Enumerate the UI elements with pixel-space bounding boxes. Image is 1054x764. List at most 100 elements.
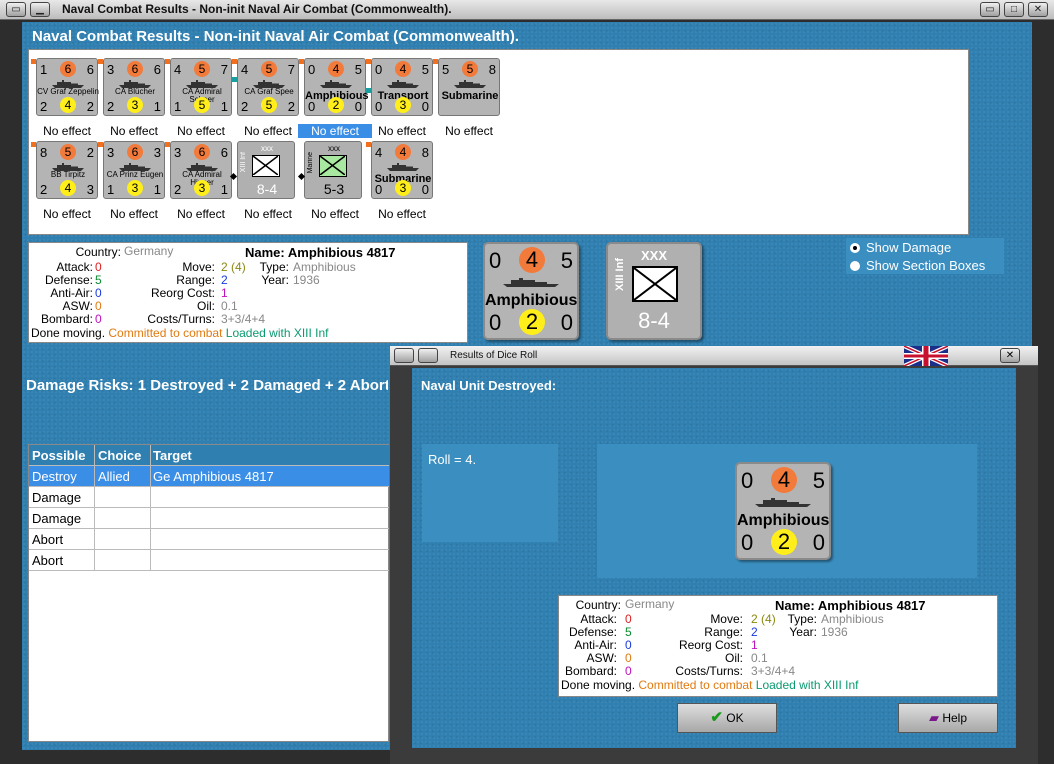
unit-counter-cv-graf-zeppelin[interactable]: 1 6 6 CV Graf Zeppelin 2 4 2 No effect <box>36 58 99 138</box>
dialog-restore-icon[interactable] <box>394 348 414 363</box>
dialog-body: Naval Unit Destroyed: Roll = 4. 0 4 5 Am… <box>412 368 1016 748</box>
unit-counter-bb-tirpitz[interactable]: 8 5 2 BB Tirpitz 2 4 3 No effect <box>36 141 98 221</box>
dice-roll-dialog: Results of Dice Roll ✕ Naval Unit Destro… <box>390 346 1038 764</box>
antiair-value: 0 <box>95 286 102 300</box>
country-label: Country: <box>75 245 121 259</box>
oil-label: Oil: <box>197 299 215 313</box>
unit-counter-transport[interactable]: 0 4 5 Transport 0 3 0 No effect <box>371 58 433 138</box>
destroyed-unit-panel: 0 4 5 Amphibious 0 2 0 <box>597 444 977 578</box>
year-label: Year: <box>261 273 289 287</box>
effect-label: No effect <box>177 124 225 138</box>
status-marker <box>98 59 103 64</box>
selected-unit-counter: 0 4 5 Amphibious 0 2 0 <box>483 242 579 340</box>
show-damage-radio[interactable]: Show Damage <box>850 240 951 256</box>
effect-label: No effect <box>177 207 225 221</box>
damage-table: Possible Choice Target Destroy Allied Ge A… <box>28 444 389 742</box>
dialog-title: Results of Dice Roll <box>450 350 538 361</box>
status-line: Done moving. Committed to combat Loaded … <box>31 326 329 340</box>
attack-value: 0 <box>95 260 102 274</box>
unit-counter-xiii-inf[interactable]: xxx XIII Inf 8-4 No effect <box>237 141 299 221</box>
effect-label: No effect <box>378 207 426 221</box>
reorg-value: 1 <box>221 286 228 300</box>
costs-label: Costs/Turns: <box>147 312 215 326</box>
infantry-icon <box>632 266 678 302</box>
damage-risks-text: Damage Risks: 1 Destroyed + 2 Damaged + … <box>26 377 388 394</box>
status-marker <box>165 142 170 147</box>
ok-button[interactable]: ✔ OK <box>677 703 777 733</box>
column-divider <box>150 445 151 571</box>
unit-name: Name: Amphibious 4817 <box>245 245 396 260</box>
marine-icon <box>319 155 347 177</box>
window-close-button[interactable]: ✕ <box>1028 2 1048 17</box>
header-target[interactable]: Target <box>153 448 192 463</box>
show-section-boxes-radio[interactable]: Show Section Boxes <box>850 258 985 274</box>
attack-label: Attack: <box>56 260 93 274</box>
status-marker <box>433 59 438 64</box>
effect-label: No effect <box>378 124 426 138</box>
effect-label: No effect <box>311 207 359 221</box>
window-title: Naval Combat Results - Non-init Naval Ai… <box>62 2 452 16</box>
table-row[interactable]: Damage <box>29 508 389 529</box>
unit-counter-submarine[interactable]: 5 5 8 Submarine No effect <box>438 58 500 138</box>
header-choice[interactable]: Choice <box>98 448 141 463</box>
roll-panel: Roll = 4. <box>422 444 558 542</box>
table-row[interactable]: Destroy Allied Ge Amphibious 4817 <box>29 466 389 487</box>
unit-counter-marine[interactable]: xxx Marine 5-3 No effect <box>304 141 366 221</box>
header-possible[interactable]: Possible <box>32 448 85 463</box>
antiair-label: Anti-Air: <box>50 286 93 300</box>
asw-value: 0 <box>95 299 102 313</box>
minimize-icon[interactable]: ▁ <box>30 2 50 17</box>
book-icon: ▰ <box>928 710 939 725</box>
column-divider <box>94 445 95 571</box>
table-row[interactable]: Damage <box>29 487 389 508</box>
effect-label: No effect <box>43 124 91 138</box>
status-marker <box>366 142 371 147</box>
ship-icon <box>387 80 419 88</box>
bombard-value: 0 <box>95 312 102 326</box>
loaded-army-counter: XXX XIII Inf 8-4 <box>606 242 702 340</box>
unit-list: 1 6 6 CV Graf Zeppelin 2 4 2 No effect 3 6 6 CA Blü… <box>28 49 969 235</box>
status-marker <box>366 59 371 64</box>
unit-counter-ca-prinz-eugen[interactable]: 3 6 3 CA Prinz Eugen 1 3 1 No effect <box>103 141 165 221</box>
window-titlebar: ▭ ▁ Naval Combat Results - Non-init Nava… <box>0 0 1054 20</box>
range-label: Range: <box>176 273 215 287</box>
unit-counter-submarine[interactable]: 4 4 8 Submarine 0 3 0 No effect <box>371 141 433 221</box>
window-maximize-button[interactable]: □ <box>1004 2 1024 17</box>
help-button[interactable]: ▰ Help <box>898 703 998 733</box>
dialog-minimize-icon[interactable] <box>418 348 438 363</box>
bombard-label: Bombard: <box>40 312 93 326</box>
restore-icon[interactable]: ▭ <box>6 2 26 17</box>
ship-icon <box>503 278 559 287</box>
effect-label: No effect <box>110 124 158 138</box>
year-value: 1936 <box>293 273 320 287</box>
status-marker <box>98 142 103 147</box>
unit-counter-ca-bl-cher[interactable]: 3 6 6 CA Blücher 2 3 1 No effect <box>103 58 165 138</box>
status-marker <box>299 59 304 64</box>
unit-counter-ca-graf-spee[interactable]: 4 5 7 CA Graf Spee 2 5 2 No effect <box>237 58 299 138</box>
table-row[interactable]: Abort <box>29 550 389 571</box>
type-label: Type: <box>259 260 289 274</box>
unit-counter-ca-admiral-scheer[interactable]: 457CA Admiral Scheer151No effect <box>170 58 232 138</box>
reorg-label: Reorg Cost: <box>150 286 215 300</box>
window-restore-button[interactable]: ▭ <box>980 2 1000 17</box>
table-header: Possible Choice Target <box>29 445 389 466</box>
display-options: Show Damage Show Section Boxes <box>846 238 1004 274</box>
effect-label: No effect <box>43 207 91 221</box>
status-marker <box>366 88 371 93</box>
ship-icon <box>320 80 352 88</box>
unit-info-panel: Country: Germany Attack: 0 Defense: 5 An… <box>28 242 468 343</box>
effect-label: No effect <box>110 207 158 221</box>
oil-value: 0.1 <box>221 299 238 313</box>
country-value: Germany <box>124 244 174 258</box>
status-marker <box>31 59 36 64</box>
move-label: Move: <box>182 260 215 274</box>
dialog-close-button[interactable]: ✕ <box>1000 348 1020 363</box>
checkmark-icon: ✔ <box>710 709 723 726</box>
status-marker <box>232 59 237 64</box>
ship-icon <box>387 163 419 171</box>
effect-label: No effect <box>244 124 292 138</box>
table-row[interactable]: Abort <box>29 529 389 550</box>
unit-counter-ca-admiral-hipper[interactable]: 366CA Admiral Hipper231No effect <box>170 141 232 221</box>
page-title: Naval Combat Results - Non-init Naval Ai… <box>32 28 519 45</box>
unit-counter-amphibious[interactable]: 0 4 5 Amphibious 0 2 0 No effect <box>298 58 372 138</box>
